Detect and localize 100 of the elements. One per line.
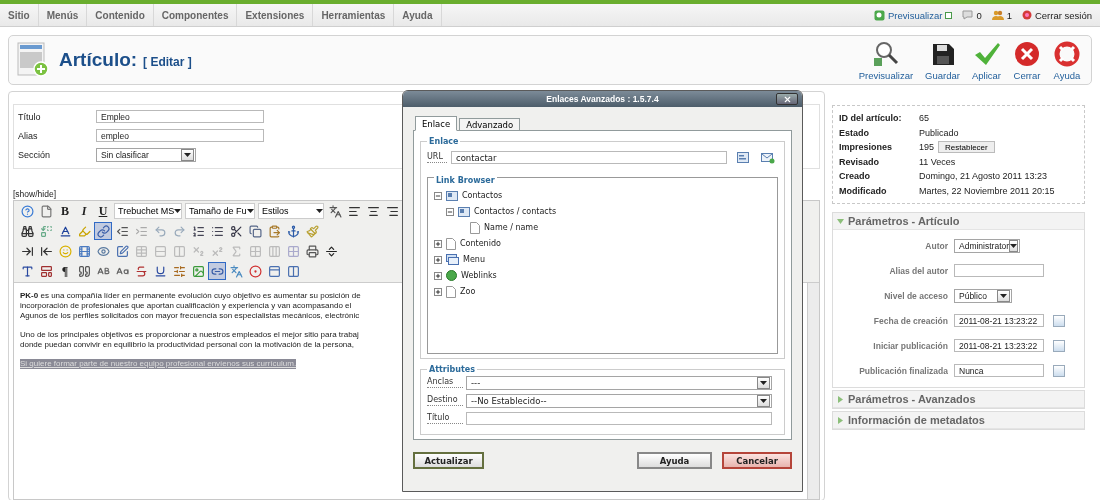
panel-header[interactable]: Parámetros - Artículo	[833, 213, 1084, 230]
dropdown[interactable]: Sin clasificar	[96, 147, 196, 162]
info-value: 65	[919, 113, 929, 124]
dialog-title: Enlaces Avanzados : 1.5.7.4	[546, 94, 659, 104]
top-nav-link[interactable]: Extensiones	[237, 4, 314, 26]
bold-button[interactable]: B	[56, 202, 74, 220]
underline-button[interactable]: U	[94, 202, 112, 220]
field-label: Título	[18, 111, 42, 122]
info-label: Estado	[839, 127, 870, 138]
collapse-toggle[interactable]	[434, 191, 442, 200]
plus-icon	[435, 272, 441, 279]
input-field[interactable]	[954, 264, 1044, 277]
close-icon	[782, 94, 792, 104]
tree-item[interactable]: Contactos	[462, 191, 503, 200]
print-button[interactable]	[303, 242, 321, 260]
expand-toggle[interactable]	[434, 287, 442, 296]
top-nav-link[interactable]: Ayuda	[394, 4, 442, 26]
panel-header[interactable]: Información de metadatos	[833, 412, 1084, 429]
dropdown[interactable]: --No Establecido--	[466, 393, 772, 408]
undo-icon	[153, 224, 167, 238]
dropdown[interactable]: ---	[466, 375, 772, 390]
font-size-select[interactable]: Tamaño de Fu	[185, 203, 255, 219]
caret-icon	[246, 209, 254, 213]
input-field[interactable]: Empleo	[96, 110, 264, 123]
tree-item[interactable]: Contactos / contacts	[474, 207, 557, 216]
expand-toggle[interactable]	[434, 255, 442, 264]
caret-icon	[760, 398, 767, 403]
contact-card-icon	[446, 190, 458, 201]
calendar-button[interactable]	[1053, 364, 1065, 377]
dialog-button[interactable]: Actualizar	[413, 452, 484, 469]
superscript-icon	[210, 244, 224, 258]
preview-link[interactable]: Previsualizar	[888, 9, 943, 21]
logout-link[interactable]: Cerrar sesión	[1034, 9, 1092, 21]
cut-icon	[229, 224, 243, 238]
advanced-link-button[interactable]	[208, 262, 226, 280]
tree-item[interactable]: Name / name	[484, 223, 539, 232]
copy-button[interactable]	[246, 222, 264, 240]
styles-select[interactable]: Estilos	[258, 203, 324, 219]
spelling-button[interactable]	[326, 202, 344, 220]
font-family-select[interactable]: Trebuchet MS	[114, 203, 182, 219]
language-icon	[229, 264, 243, 278]
emoticon-icon	[58, 244, 72, 258]
top-nav-link[interactable]: Componentes	[153, 4, 238, 26]
date-field[interactable]: Nunca	[954, 364, 1044, 377]
top-nav-link[interactable]: Menús	[38, 4, 88, 26]
language-button[interactable]	[227, 262, 245, 280]
top-nav-link[interactable]: Herramientas	[313, 4, 395, 26]
param-label: Alias del autor	[888, 265, 948, 276]
toolbar-button[interactable]: Aplicar	[969, 39, 1003, 81]
paragraph-line: donde puedan convivir en equilibrio la productividad personal con la motivación de la persona,	[20, 340, 354, 350]
top-nav-link[interactable]: Contenido	[87, 4, 154, 26]
dialog-button[interactable]: Ayuda	[637, 452, 712, 469]
toolbar-button[interactable]: Ayuda	[1051, 39, 1083, 81]
dialog-button[interactable]: Cancelar	[722, 452, 792, 469]
expand-toggle[interactable]	[434, 239, 442, 248]
help-icon	[20, 204, 34, 218]
paste-icon	[267, 224, 281, 238]
paragraph-button[interactable]: ¶	[56, 262, 74, 280]
fieldset-legend: Enlace	[427, 137, 461, 146]
email-icon[interactable]	[761, 151, 775, 164]
input-field[interactable]: empleo	[96, 129, 264, 142]
tree-item[interactable]: Weblinks	[461, 271, 497, 280]
date-field[interactable]: 2011-08-21 13:23:22	[954, 339, 1044, 352]
layer-icon	[267, 264, 281, 278]
toolbar-button[interactable]: Previsualizar	[856, 39, 916, 81]
url-field[interactable]: contactar	[451, 151, 727, 164]
dropdown[interactable]: Público	[954, 288, 1012, 303]
highlight-icon	[77, 224, 91, 238]
tree-item[interactable]: Zoo	[460, 287, 476, 296]
browse-icon[interactable]	[737, 151, 751, 164]
italic-button[interactable]: I	[75, 202, 93, 220]
indent-icon	[134, 224, 148, 238]
message-icon	[962, 10, 974, 20]
close-button[interactable]	[776, 93, 798, 105]
scrollbar[interactable]	[807, 283, 819, 499]
link-button[interactable]	[94, 222, 112, 240]
selected-text: Si quiere formar parte de nuestro equipo profesional envíenos sus currículum.	[20, 359, 297, 369]
panel-header[interactable]: Parámetros - Avanzados	[833, 391, 1084, 408]
field-label: Alias	[18, 130, 39, 141]
collapse-toggle[interactable]	[446, 207, 454, 216]
toolbar-button[interactable]: Cerrar	[1011, 39, 1043, 81]
expand-toggle[interactable]	[434, 271, 442, 280]
tree-item[interactable]: Menu	[463, 255, 485, 264]
caret-icon	[1010, 243, 1018, 248]
dropdown[interactable]: Administrator	[954, 238, 1020, 253]
top-nav-link[interactable]: Sitio	[0, 4, 39, 26]
anchor-point-button[interactable]	[246, 262, 264, 280]
title-field[interactable]	[466, 412, 772, 425]
tab[interactable]: Enlace	[415, 116, 458, 131]
calendar-button[interactable]	[1053, 339, 1065, 352]
paragraph-line: incorporación de profesionales que aportan cualificación y experiencia y van acompasando el	[20, 301, 352, 311]
plus-icon	[435, 256, 441, 263]
reset-button[interactable]: Restablecer	[938, 141, 995, 154]
toolbar-button[interactable]: Guardar	[923, 39, 962, 81]
align-left-icon	[347, 204, 361, 218]
tree-item[interactable]: Contenido	[460, 239, 501, 248]
help-button[interactable]	[18, 202, 36, 220]
tab[interactable]: Advanzado	[459, 118, 521, 131]
calendar-button[interactable]	[1053, 314, 1065, 327]
date-field[interactable]: 2011-08-21 13:23:22	[954, 314, 1044, 327]
